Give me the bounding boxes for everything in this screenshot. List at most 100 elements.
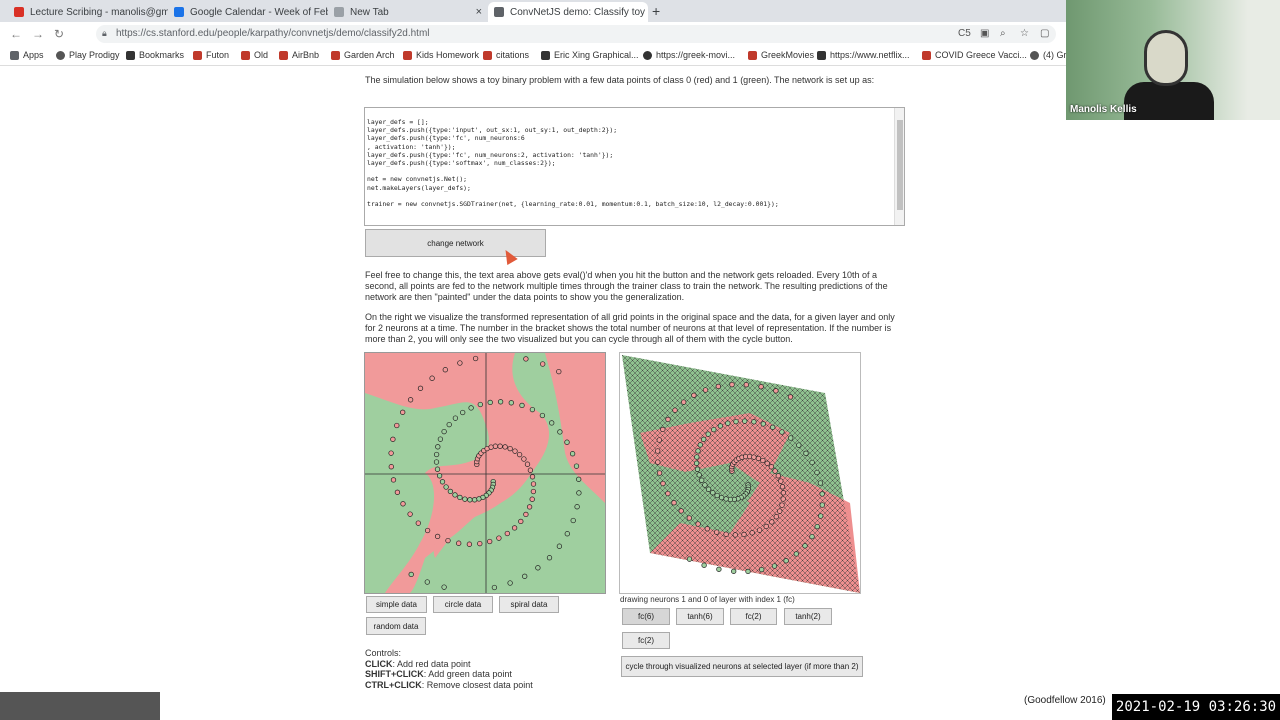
- data-point: [768, 464, 775, 470]
- data-point: [751, 454, 757, 460]
- textarea-scrollbar[interactable]: [894, 108, 904, 225]
- data-point: [696, 472, 702, 478]
- network-code-textarea[interactable]: layer_defs = []; layer_defs.push({type:'…: [364, 107, 905, 226]
- data-point: [715, 383, 721, 390]
- forward-icon[interactable]: →: [32, 27, 44, 41]
- data-point: [704, 526, 710, 532]
- bookmark-netflix[interactable]: https://www.netflix...: [817, 50, 910, 60]
- new-tab-plus-icon[interactable]: +: [652, 3, 660, 19]
- layer-button-fc6[interactable]: fc(6): [622, 608, 670, 625]
- layer-button-tanh6[interactable]: tanh(6): [676, 608, 724, 625]
- extension-icon[interactable]: ▢: [1040, 28, 1049, 39]
- reload-icon[interactable]: ↻: [54, 27, 64, 41]
- star-icon[interactable]: ☆: [1020, 28, 1029, 39]
- data-point: [759, 566, 765, 573]
- data-point: [778, 478, 784, 484]
- webcam-person-head: [1144, 30, 1188, 86]
- data-point: [655, 448, 661, 454]
- bookmark-play-prodigy[interactable]: Play Prodigy: [56, 50, 120, 60]
- circle-data-button[interactable]: circle data: [433, 596, 493, 613]
- layer-button-fc2-output[interactable]: fc(2): [622, 632, 670, 649]
- data-point: [433, 451, 440, 458]
- data-point: [716, 566, 722, 572]
- bookmark-citations[interactable]: citations: [483, 50, 529, 60]
- globe-icon: [643, 50, 652, 60]
- data-point: [564, 531, 570, 537]
- data-point: [442, 367, 448, 373]
- tab-convnetjs[interactable]: ConvNetJS demo: Classify toy 2D ×: [488, 2, 648, 22]
- layer-button-fc2[interactable]: fc(2): [730, 608, 777, 625]
- url-field[interactable]: 🔒︎ https://cs.stanford.edu/people/karpat…: [96, 25, 1056, 43]
- data-point: [779, 429, 785, 435]
- extension-icon[interactable]: ▣: [980, 28, 989, 39]
- data-point: [523, 356, 529, 362]
- data-point: [760, 457, 766, 464]
- data-point: [557, 429, 563, 435]
- data-point: [793, 551, 799, 557]
- data-point: [796, 442, 802, 448]
- data-point: [699, 477, 705, 483]
- data-point: [467, 497, 473, 503]
- control-line: CLICK: Add red data point: [365, 659, 533, 670]
- bookmark-greek-movies-url[interactable]: https://greek-movi...: [643, 50, 735, 60]
- bookmark-apps[interactable]: Apps: [10, 50, 44, 60]
- close-tab-icon[interactable]: ×: [470, 6, 482, 18]
- data-point: [546, 555, 553, 561]
- data-point: [665, 416, 671, 423]
- bookmark-greekmovies[interactable]: GreekMovies: [748, 50, 814, 60]
- data-point: [462, 496, 468, 502]
- data-point: [760, 421, 766, 427]
- data-point: [777, 508, 783, 514]
- tab-title: Lecture Scribing - manolis@gm: [30, 6, 168, 18]
- bookmark-covid-greece[interactable]: COVID Greece Vacci...: [922, 50, 1027, 60]
- data-point: [723, 496, 729, 502]
- change-network-button[interactable]: change network: [365, 229, 546, 257]
- tab-new-tab[interactable]: New Tab ×: [328, 2, 488, 22]
- random-data-button[interactable]: random data: [366, 617, 426, 635]
- spiral-data-button[interactable]: spiral data: [499, 596, 559, 613]
- bookmark-bookmarks[interactable]: Bookmarks: [126, 50, 184, 60]
- bookmark-eric-xing[interactable]: Eric Xing Graphical...: [541, 50, 639, 60]
- tab-google-calendar[interactable]: Google Calendar - Week of Feb ×: [168, 2, 328, 22]
- search-icon[interactable]: ⌕: [1000, 28, 1006, 39]
- data-point: [466, 541, 473, 547]
- back-icon[interactable]: ←: [10, 27, 22, 41]
- controls-help: Controls: CLICK: Add red data point SHIF…: [365, 648, 533, 690]
- layer-button-tanh2[interactable]: tanh(2): [784, 608, 832, 625]
- data-point: [655, 459, 661, 465]
- scrollbar-thumb[interactable]: [897, 120, 903, 210]
- data-point: [388, 464, 394, 470]
- bookmark-kids-homework[interactable]: Kids Homework: [403, 50, 479, 60]
- data-point: [681, 399, 687, 405]
- tab-lecture-scribing[interactable]: Lecture Scribing - manolis@gm ×: [8, 2, 168, 22]
- bookmark-garden-arch[interactable]: Garden Arch: [331, 50, 395, 60]
- bookmark-old[interactable]: Old: [241, 50, 268, 60]
- classification-canvas[interactable]: [364, 352, 606, 594]
- bookmark-icon: [193, 50, 202, 60]
- bookmark-airbnb[interactable]: AirBnb: [279, 50, 319, 60]
- data-point: [400, 409, 406, 415]
- credit-text: (Goodfellow 2016): [1024, 695, 1106, 706]
- data-point: [814, 469, 820, 476]
- data-point: [779, 484, 786, 490]
- data-point: [437, 436, 444, 442]
- decision-region-plot[interactable]: [365, 353, 605, 593]
- cycle-neurons-button[interactable]: cycle through visualized neurons at sele…: [621, 656, 863, 677]
- bookmark-futon[interactable]: Futon: [193, 50, 229, 60]
- extension-icon[interactable]: C5: [958, 28, 971, 39]
- data-point: [407, 511, 413, 517]
- bookmark-icon: [331, 50, 340, 60]
- data-point: [695, 521, 701, 527]
- simple-data-button[interactable]: simple data: [366, 596, 427, 613]
- data-point: [731, 568, 737, 574]
- data-point: [691, 392, 697, 398]
- network-code[interactable]: layer_defs = []; layer_defs.push({type:'…: [367, 118, 779, 208]
- data-point: [457, 494, 463, 501]
- data-point: [701, 436, 707, 442]
- data-point: [415, 520, 421, 526]
- data-point: [763, 523, 769, 530]
- data-point: [694, 454, 700, 460]
- data-point: [496, 535, 502, 541]
- data-point: [441, 428, 447, 435]
- control-desc: : Remove closest data point: [421, 679, 533, 690]
